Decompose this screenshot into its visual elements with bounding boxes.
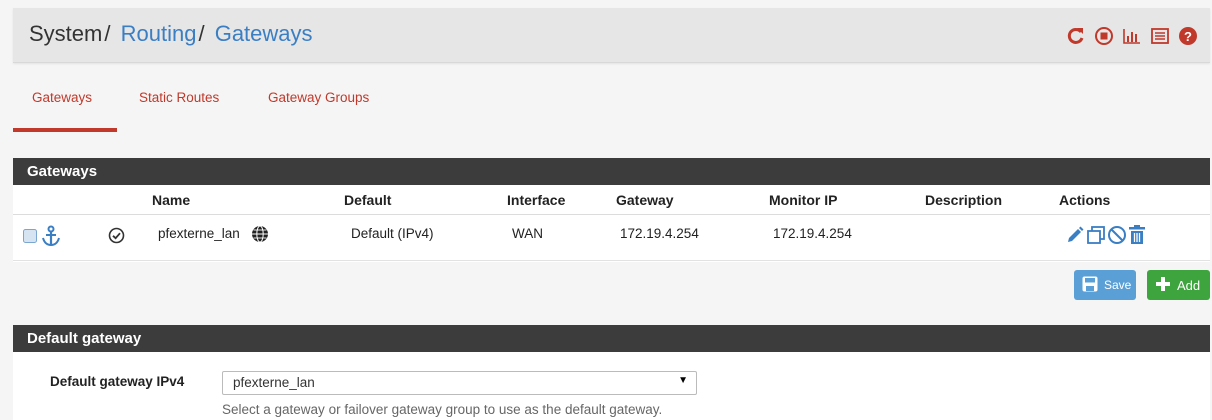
table-row: pfexterne_lan Default (IPv4) WAN 172.19.… <box>13 215 1210 261</box>
reload-icon[interactable] <box>1066 26 1086 46</box>
globe-icon <box>251 225 269 246</box>
tab-static-routes[interactable]: Static Routes <box>139 90 219 132</box>
col-monitor-ip[interactable]: Monitor IP <box>769 192 837 208</box>
breadcrumb-routing[interactable]: Routing <box>121 21 197 46</box>
status-online-icon <box>108 227 125 247</box>
save-icon <box>1082 276 1098 295</box>
copy-icon[interactable] <box>1086 225 1106 248</box>
gateway-default: Default (IPv4) <box>351 226 434 241</box>
edit-icon[interactable] <box>1065 225 1085 248</box>
gateways-panel: Gateways Name Default Interface Gateway … <box>13 158 1210 262</box>
col-gateway[interactable]: Gateway <box>616 192 674 208</box>
stop-icon[interactable] <box>1094 26 1114 46</box>
col-description[interactable]: Description <box>925 192 1002 208</box>
breadcrumb-separator: / <box>198 21 205 46</box>
active-tab-indicator <box>13 128 117 132</box>
breadcrumb-gateways[interactable]: Gateways <box>215 21 313 46</box>
col-default[interactable]: Default <box>344 192 391 208</box>
trash-icon[interactable] <box>1128 225 1146 248</box>
panel-title: Default gateway <box>13 325 1210 352</box>
help-icon[interactable]: ? <box>1178 26 1198 46</box>
gateway-interface: WAN <box>512 226 543 241</box>
breadcrumb-separator: / <box>104 21 111 46</box>
tab-gateway-groups[interactable]: Gateway Groups <box>268 90 369 132</box>
save-button[interactable]: Save <box>1074 270 1136 300</box>
breadcrumb-system: System <box>29 21 103 46</box>
default-gateway-help-text: Select a gateway or failover gateway gro… <box>222 402 663 417</box>
add-button[interactable]: Add <box>1147 270 1210 300</box>
gateway-address: 172.19.4.254 <box>620 226 699 241</box>
disable-icon[interactable] <box>1107 225 1127 248</box>
default-gateway-ipv4-select[interactable]: pfexterne_lan ▼ <box>222 371 697 395</box>
row-checkbox[interactable] <box>23 229 37 246</box>
svg-text:?: ? <box>1184 29 1192 44</box>
plus-icon <box>1155 276 1171 295</box>
gateway-name: pfexterne_lan <box>158 226 240 241</box>
col-name[interactable]: Name <box>152 192 190 208</box>
col-actions: Actions <box>1059 192 1111 208</box>
default-gateway-ipv4-label: Default gateway IPv4 <box>50 374 185 389</box>
save-label: Save <box>1104 278 1132 292</box>
gateway-monitor-ip: 172.19.4.254 <box>773 226 852 241</box>
log-icon[interactable] <box>1150 26 1170 46</box>
select-value: pfexterne_lan <box>233 375 315 390</box>
header-icon-bar: ? <box>1066 26 1198 46</box>
col-interface[interactable]: Interface <box>507 192 565 208</box>
anchor-icon[interactable] <box>41 225 61 250</box>
breadcrumb: System/ Routing/ Gateways <box>29 21 313 47</box>
add-label: Add <box>1177 277 1201 293</box>
chevron-down-icon: ▼ <box>678 375 688 386</box>
tab-gateways[interactable]: Gateways <box>32 90 92 132</box>
panel-title: Gateways <box>13 158 1210 185</box>
page-header: System/ Routing/ Gateways ? <box>13 8 1210 63</box>
table-header: Name Default Interface Gateway Monitor I… <box>13 185 1210 215</box>
chart-icon[interactable] <box>1122 26 1142 46</box>
